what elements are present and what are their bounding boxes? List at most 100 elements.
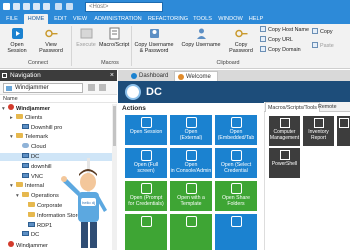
menu-tab-view[interactable]: VIEW <box>71 14 89 24</box>
copy-username-password-label: Copy Username & Password <box>134 42 174 54</box>
tab-remote-tools[interactable]: Remote Tools <box>316 102 350 120</box>
action-tile[interactable]: Open (Full screen) <box>125 148 167 178</box>
tree-item-label: downhill <box>31 163 52 170</box>
paste-button[interactable]: Paste <box>312 42 334 50</box>
action-icon <box>230 183 242 194</box>
copy-credentials-icon <box>149 29 159 38</box>
mascot-illustration: hello dj <box>61 158 107 248</box>
tab-macros-scripts-tools[interactable]: Macros/Scripts/Tools <box>265 102 320 112</box>
document-tabs: Dashboard Welcome <box>118 70 350 81</box>
save-icon[interactable] <box>13 3 20 10</box>
dropdown-icon[interactable] <box>43 3 50 10</box>
action-tile[interactable]: Open (Embedded/Tab <box>215 115 257 145</box>
action-tile[interactable] <box>125 214 167 250</box>
execute-icon <box>80 28 92 39</box>
script-icon <box>109 27 119 40</box>
action-tile-label: Open (Embedded/Tab <box>217 129 255 141</box>
action-tile-label: Open with a Template <box>177 195 205 207</box>
copy-domain-label: Copy Domain <box>268 47 301 53</box>
navigation-icon <box>2 73 7 78</box>
monitor-icon <box>28 221 35 227</box>
copy-username-button[interactable]: Copy Username <box>181 27 221 48</box>
action-icon <box>140 183 152 194</box>
menu-tab-refactoring[interactable]: REFACTORING <box>147 14 189 24</box>
action-tile-label: Open (Prompt for Credentials) <box>128 195 164 207</box>
execute-label: Execute <box>76 42 96 48</box>
tab-dashboard[interactable]: Dashboard <box>128 71 170 81</box>
monitor-icon <box>22 123 29 129</box>
tool-tile[interactable]: PowerShell <box>269 148 300 178</box>
refresh-icon[interactable] <box>33 3 40 10</box>
execute-button[interactable]: Execute <box>74 27 98 48</box>
action-tile[interactable]: Open Share Folders <box>215 181 257 211</box>
key-icon <box>234 29 247 38</box>
menu-tab-window[interactable]: WINDOW <box>217 14 244 24</box>
monitor-icon <box>22 231 29 237</box>
copy-host-name-button[interactable]: Copy Host Name <box>260 26 309 34</box>
action-tile[interactable] <box>215 214 257 250</box>
tree-item[interactable]: ▾ Windjammer <box>0 104 112 112</box>
tool-tile[interactable]: Computer Management <box>269 116 300 146</box>
monitor-icon <box>22 162 29 168</box>
host-search-input[interactable]: <Host> <box>85 2 163 12</box>
copy-domain-button[interactable]: Copy Domain <box>260 46 301 54</box>
view-options-icon[interactable] <box>99 84 106 91</box>
menu-tab-home[interactable]: HOME <box>24 14 48 24</box>
domain-icon <box>260 46 266 52</box>
view-password-button[interactable]: View Password <box>34 27 68 54</box>
action-tile[interactable]: Open (Select Credential <box>215 148 257 178</box>
user-icon <box>196 28 206 39</box>
copy-password-label: Copy Password <box>229 42 253 54</box>
macro-script-button[interactable]: Macro/Script <box>99 27 129 48</box>
tree-item-label: DC <box>31 154 40 160</box>
data-source-icon <box>6 86 12 91</box>
copy-username-password-button[interactable]: Copy Username & Password <box>134 27 174 54</box>
navigation-toolbar: Windjammer <box>0 81 117 95</box>
play-icon[interactable] <box>66 3 73 10</box>
action-icon <box>230 150 242 161</box>
action-tile-label: Open (External) <box>179 129 203 141</box>
tool-icon <box>279 150 290 160</box>
tool-icon <box>339 118 349 128</box>
action-tile[interactable] <box>170 214 212 250</box>
key-icon <box>44 29 57 38</box>
welcome-icon <box>178 74 184 80</box>
tree-item-label: Windjammer <box>16 106 51 112</box>
view-password-label: View Password <box>39 42 63 54</box>
tree-item[interactable]: ▾ Telemark <box>0 133 112 141</box>
close-icon[interactable]: × <box>110 70 114 81</box>
menu-tab-tools[interactable]: TOOLS <box>192 14 213 24</box>
tool-tile[interactable] <box>337 116 350 146</box>
open-session-button[interactable]: Open Session <box>2 27 32 54</box>
tree-item[interactable]: Downhill pro <box>0 123 112 132</box>
mascot-shirt-text: hello dj <box>82 200 95 205</box>
action-tile[interactable]: Open (External) <box>170 115 212 145</box>
action-tile[interactable]: Open in Console/Admin <box>170 148 212 178</box>
right-panel: Computer Management Inventory Report Power… <box>264 112 350 250</box>
tree-item[interactable]: ▸ Clients <box>0 113 112 122</box>
action-icon <box>140 216 152 227</box>
tool-tile[interactable]: Inventory Report <box>303 116 334 146</box>
filter-icon[interactable] <box>88 84 95 91</box>
menu-tab-edit[interactable]: EDIT <box>52 14 69 24</box>
tool-icon <box>313 118 324 128</box>
menu-tab-help[interactable]: HELP <box>248 14 264 24</box>
copy-button[interactable]: Copy <box>312 28 333 36</box>
data-source-selector[interactable]: Windjammer <box>3 83 83 93</box>
tree-item[interactable]: Cloud <box>0 143 112 151</box>
tab-welcome[interactable]: Welcome <box>174 71 218 81</box>
action-tile[interactable]: Open (Prompt for Credentials) <box>125 181 167 211</box>
action-tile[interactable]: Open Session <box>125 115 167 145</box>
copy-password-button[interactable]: Copy Password <box>224 27 258 54</box>
menu-tab-file[interactable]: FILE <box>3 14 21 24</box>
copy-url-button[interactable]: Copy URL <box>260 36 293 44</box>
new-entry-icon[interactable] <box>55 3 62 10</box>
tree-item-label: Internal <box>25 183 44 190</box>
undo-icon[interactable] <box>23 3 30 10</box>
scrollbar-thumb[interactable] <box>113 106 116 146</box>
action-tile[interactable]: Open with a Template <box>170 181 212 211</box>
action-tile-label: Open (Full screen) <box>133 162 159 174</box>
actions-label: Actions <box>122 105 146 112</box>
tree-item-label: DC <box>31 232 40 239</box>
menu-tab-administration[interactable]: ADMINISTRATION <box>93 14 143 24</box>
